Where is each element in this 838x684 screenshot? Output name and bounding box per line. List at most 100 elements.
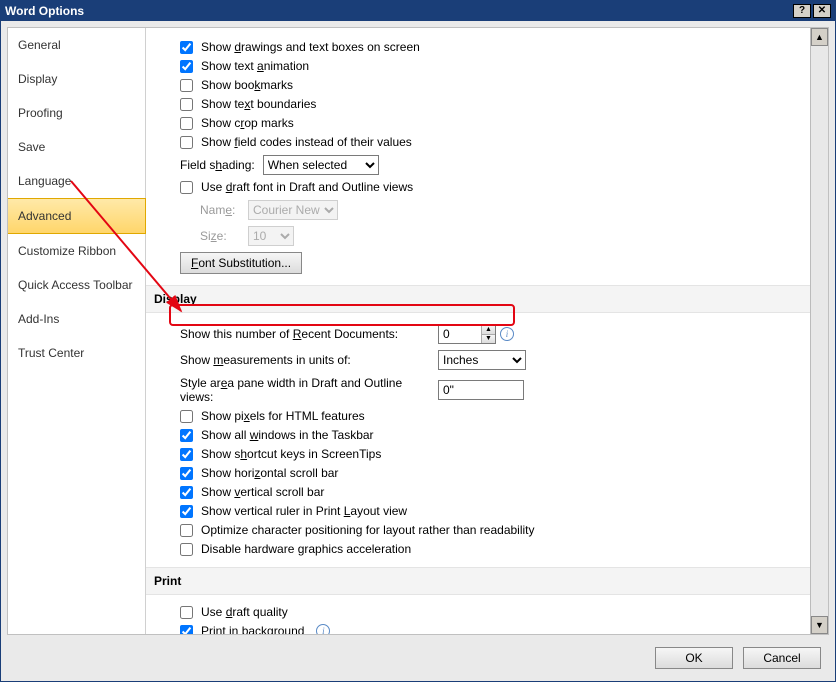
checkbox-use-draft-quality[interactable] bbox=[180, 606, 193, 619]
checkbox-print-background[interactable] bbox=[180, 625, 193, 635]
checkbox-show-windows-taskbar[interactable] bbox=[180, 429, 193, 442]
row-style-area-width: Style area pane width in Draft and Outli… bbox=[164, 373, 800, 407]
label-print-background: Print in background bbox=[201, 624, 304, 634]
option-optimize-char-positioning: Optimize character positioning for layou… bbox=[164, 521, 800, 540]
cancel-button[interactable]: Cancel bbox=[743, 647, 821, 669]
spinner-recent-documents[interactable]: ▲ ▼ bbox=[438, 324, 496, 344]
row-recent-documents: Show this number of Recent Documents: ▲ … bbox=[164, 321, 800, 347]
sidebar-item-label: Display bbox=[18, 72, 57, 86]
label-field-shading: Field shading: bbox=[180, 158, 255, 172]
label-show-horizontal-scrollbar: Show horizontal scroll bar bbox=[201, 466, 338, 480]
category-sidebar: General Display Proofing Save Language A… bbox=[8, 28, 146, 634]
row-draft-font-size: Size: 10 bbox=[164, 223, 800, 249]
option-show-pixels-html: Show pixels for HTML features bbox=[164, 407, 800, 426]
sidebar-item-add-ins[interactable]: Add-Ins bbox=[8, 302, 145, 336]
spinner-up[interactable]: ▲ bbox=[482, 325, 495, 335]
info-icon[interactable]: i bbox=[316, 624, 330, 634]
vertical-scrollbar[interactable]: ▲ ▼ bbox=[810, 28, 828, 634]
input-recent-documents[interactable] bbox=[439, 325, 481, 343]
titlebar-controls: ? ✕ bbox=[793, 4, 831, 18]
spinner-down[interactable]: ▼ bbox=[482, 335, 495, 344]
sidebar-item-label: Customize Ribbon bbox=[18, 244, 116, 258]
title-bar: Word Options ? ✕ bbox=[1, 1, 835, 21]
label-show-field-codes: Show field codes instead of their values bbox=[201, 135, 412, 149]
option-use-draft-font: Use draft font in Draft and Outline view… bbox=[164, 178, 800, 197]
dialog-body: General Display Proofing Save Language A… bbox=[7, 27, 829, 635]
sidebar-item-language[interactable]: Language bbox=[8, 164, 145, 198]
sidebar-item-proofing[interactable]: Proofing bbox=[8, 96, 145, 130]
window-title: Word Options bbox=[5, 4, 84, 18]
ok-button[interactable]: OK bbox=[655, 647, 733, 669]
sidebar-item-label: Trust Center bbox=[18, 346, 84, 360]
option-show-shortcut-keys: Show shortcut keys in ScreenTips bbox=[164, 445, 800, 464]
sidebar-item-save[interactable]: Save bbox=[8, 130, 145, 164]
spinner-buttons: ▲ ▼ bbox=[481, 325, 495, 343]
label-optimize-char-positioning: Optimize character positioning for layou… bbox=[201, 523, 535, 537]
checkbox-show-text-animation[interactable] bbox=[180, 60, 193, 73]
sidebar-item-label: Advanced bbox=[18, 209, 71, 223]
sidebar-item-label: General bbox=[18, 38, 61, 52]
option-show-text-animation: Show text animation bbox=[164, 57, 800, 76]
option-disable-hw-graphics: Disable hardware graphics acceleration bbox=[164, 540, 800, 559]
option-show-horizontal-scrollbar: Show horizontal scroll bar bbox=[164, 464, 800, 483]
option-show-field-codes: Show field codes instead of their values bbox=[164, 133, 800, 152]
section-heading-display: Display bbox=[146, 285, 810, 313]
row-font-substitution: Font Substitution... bbox=[164, 249, 800, 277]
word-options-dialog: Word Options ? ✕ General Display Proofin… bbox=[0, 0, 836, 682]
checkbox-show-bookmarks[interactable] bbox=[180, 79, 193, 92]
label-show-windows-taskbar: Show all windows in the Taskbar bbox=[201, 428, 374, 442]
sidebar-item-quick-access-toolbar[interactable]: Quick Access Toolbar bbox=[8, 268, 145, 302]
checkbox-optimize-char-positioning[interactable] bbox=[180, 524, 193, 537]
checkbox-use-draft-font[interactable] bbox=[180, 181, 193, 194]
label-disable-hw-graphics: Disable hardware graphics acceleration bbox=[201, 542, 411, 556]
select-measurement-units[interactable]: Inches bbox=[438, 350, 526, 370]
close-button[interactable]: ✕ bbox=[813, 4, 831, 18]
select-field-shading[interactable]: When selected bbox=[263, 155, 379, 175]
option-print-background: Print in background i bbox=[164, 622, 800, 634]
checkbox-show-pixels-html[interactable] bbox=[180, 410, 193, 423]
label-show-bookmarks: Show bookmarks bbox=[201, 78, 293, 92]
label-use-draft-quality: Use draft quality bbox=[201, 605, 288, 619]
checkbox-show-drawings[interactable] bbox=[180, 41, 193, 54]
sidebar-item-trust-center[interactable]: Trust Center bbox=[8, 336, 145, 370]
label-recent-documents: Show this number of Recent Documents: bbox=[180, 327, 438, 341]
label-show-crop-marks: Show crop marks bbox=[201, 116, 294, 130]
select-font-name: Courier New bbox=[248, 200, 338, 220]
sidebar-item-general[interactable]: General bbox=[8, 28, 145, 62]
sidebar-item-advanced[interactable]: Advanced bbox=[8, 198, 146, 234]
option-show-vertical-ruler: Show vertical ruler in Print Layout view bbox=[164, 502, 800, 521]
sidebar-item-label: Add-Ins bbox=[18, 312, 59, 326]
checkbox-show-shortcut-keys[interactable] bbox=[180, 448, 193, 461]
content-pane: Show drawings and text boxes on screen S… bbox=[146, 28, 810, 634]
sidebar-item-customize-ribbon[interactable]: Customize Ribbon bbox=[8, 234, 145, 268]
checkbox-show-vertical-ruler[interactable] bbox=[180, 505, 193, 518]
checkbox-show-vertical-scrollbar[interactable] bbox=[180, 486, 193, 499]
sidebar-item-label: Save bbox=[18, 140, 45, 154]
checkbox-disable-hw-graphics[interactable] bbox=[180, 543, 193, 556]
checkbox-show-field-codes[interactable] bbox=[180, 136, 193, 149]
checkbox-show-text-boundaries[interactable] bbox=[180, 98, 193, 111]
label-font-name: Name: bbox=[200, 203, 240, 217]
checkbox-show-crop-marks[interactable] bbox=[180, 117, 193, 130]
scroll-down-arrow[interactable]: ▼ bbox=[811, 616, 828, 634]
label-use-draft-font: Use draft font in Draft and Outline view… bbox=[201, 180, 413, 194]
option-show-bookmarks: Show bookmarks bbox=[164, 76, 800, 95]
help-button[interactable]: ? bbox=[793, 4, 811, 18]
scroll-up-arrow[interactable]: ▲ bbox=[811, 28, 828, 46]
option-show-crop-marks: Show crop marks bbox=[164, 114, 800, 133]
sidebar-item-display[interactable]: Display bbox=[8, 62, 145, 96]
row-field-shading: Field shading: When selected bbox=[164, 152, 800, 178]
sidebar-item-label: Quick Access Toolbar bbox=[18, 278, 133, 292]
row-draft-font-name: Name: Courier New bbox=[164, 197, 800, 223]
option-show-vertical-scrollbar: Show vertical scroll bar bbox=[164, 483, 800, 502]
section-heading-print: Print bbox=[146, 567, 810, 595]
sidebar-item-label: Proofing bbox=[18, 106, 63, 120]
checkbox-show-horizontal-scrollbar[interactable] bbox=[180, 467, 193, 480]
label-show-text-animation: Show text animation bbox=[201, 59, 309, 73]
label-font-size: Size: bbox=[200, 229, 240, 243]
label-show-drawings: Show drawings and text boxes on screen bbox=[201, 40, 420, 54]
font-substitution-button[interactable]: Font Substitution... bbox=[180, 252, 302, 274]
input-style-area-width[interactable] bbox=[438, 380, 524, 400]
info-icon[interactable]: i bbox=[500, 327, 514, 341]
label-show-vertical-ruler: Show vertical ruler in Print Layout view bbox=[201, 504, 407, 518]
